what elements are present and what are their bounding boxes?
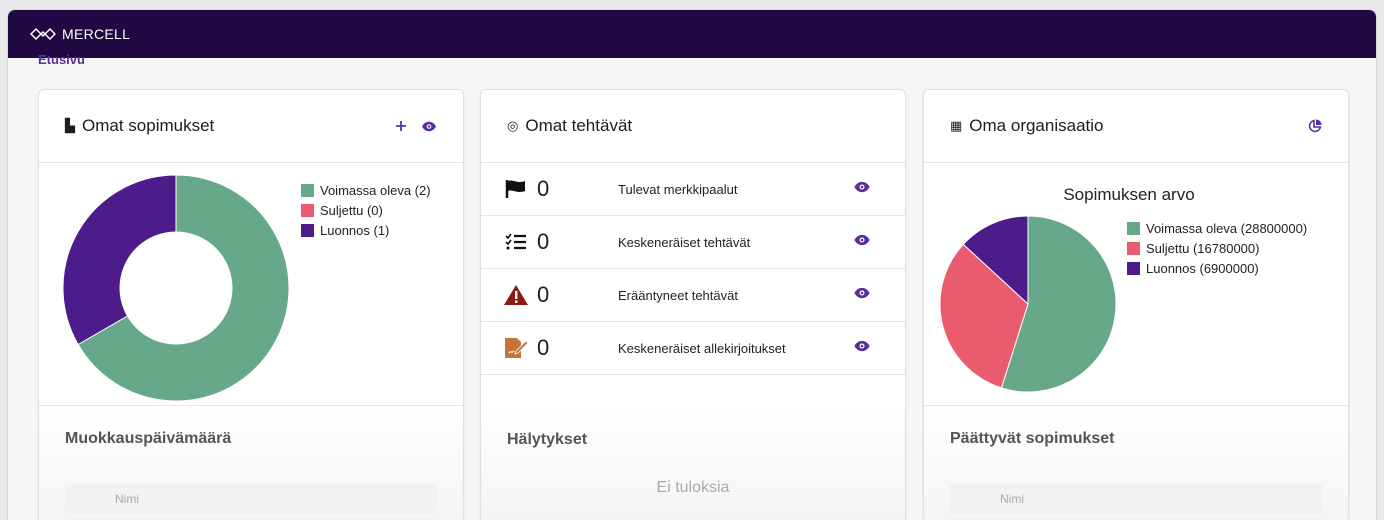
contracts-donut-chart	[62, 174, 290, 402]
eye-icon[interactable]	[853, 286, 871, 304]
warning-icon	[503, 282, 529, 308]
organization-legend: Voimassa oleva (28800000) Suljettu (1678…	[1127, 218, 1307, 278]
legend-item-active[interactable]: Voimassa oleva (2)	[301, 180, 431, 200]
legend-swatch	[301, 183, 314, 197]
card-title: Omat tehtävät	[525, 116, 633, 135]
section-title: Päättyvät sopimukset	[950, 430, 1115, 447]
legend-item-closed[interactable]: Suljettu (0)	[301, 200, 431, 220]
add-icon	[396, 121, 406, 131]
legend-item-active[interactable]: Voimassa oleva (28800000)	[1127, 218, 1307, 238]
task-label: Keskeneräiset tehtävät	[618, 234, 751, 250]
legend-label: Suljettu (16780000)	[1146, 240, 1260, 256]
contracts-chart-area: Voimassa oleva (2) Suljettu (0) Luonnos …	[39, 163, 463, 406]
alerts-section: Hälytykset Ei tuloksia	[481, 407, 905, 520]
chart-title: Sopimuksen arvo	[1063, 185, 1195, 204]
top-navigation-bar: MERCELL	[8, 10, 1376, 58]
legend-label: Voimassa oleva (28800000)	[1146, 220, 1308, 236]
legend-swatch	[1127, 261, 1140, 275]
flag-icon	[503, 176, 529, 202]
breadcrumb[interactable]: Etusivu	[38, 52, 85, 67]
empty-state-text: Ei tuloksia	[656, 479, 730, 496]
table-header-name[interactable]: Nimi	[65, 484, 437, 514]
legend-swatch	[1127, 221, 1140, 235]
card-title: Omat sopimukset	[82, 116, 215, 135]
legend-label: Luonnos (6900000)	[1146, 260, 1259, 276]
pie-chart-icon	[1308, 119, 1322, 133]
task-label: Erääntyneet tehtävät	[618, 287, 738, 303]
task-row-signatures[interactable]: 0 Keskeneräiset allekirjoitukset	[481, 322, 905, 375]
contract-value-pie-chart	[939, 215, 1117, 393]
task-row-milestones[interactable]: 0 Tulevat merkkipaalut	[481, 163, 905, 216]
card-header: ▙ Omat sopimukset	[39, 90, 463, 163]
legend-swatch	[301, 223, 314, 237]
contracts-legend: Voimassa oleva (2) Suljettu (0) Luonnos …	[301, 180, 431, 240]
task-count: 0	[537, 176, 550, 201]
task-count: 0	[537, 282, 550, 307]
my-contracts-card: ▙ Omat sopimukset Voimassa oleva (2) Sul…	[38, 89, 464, 520]
task-row-in-progress[interactable]: 0 Keskeneräiset tehtävät	[481, 216, 905, 269]
task-count: 0	[537, 335, 550, 360]
card-header: ▦ Oma organisaatio	[924, 90, 1348, 163]
my-organization-card: ▦ Oma organisaatio Sopimuksen arvo Voima…	[923, 89, 1349, 520]
add-contract-button[interactable]	[395, 120, 407, 132]
legend-swatch	[1127, 241, 1140, 255]
eye-icon[interactable]	[853, 233, 871, 251]
legend-label: Voimassa oleva (2)	[320, 182, 431, 198]
signature-icon	[503, 335, 529, 361]
legend-item-draft[interactable]: Luonnos (1)	[301, 220, 431, 240]
eye-icon[interactable]	[853, 180, 871, 198]
task-row-overdue[interactable]: 0 Erääntyneet tehtävät	[481, 269, 905, 322]
organization-chart-area: Sopimuksen arvo Voimassa oleva (28800000…	[924, 163, 1348, 406]
document-icon: ▙	[65, 118, 75, 133]
card-header: ◎ Omat tehtävät	[481, 90, 905, 163]
building-icon: ▦	[950, 118, 963, 133]
section-title: Muokkauspäivämäärä	[65, 430, 232, 447]
legend-label: Luonnos (1)	[320, 222, 390, 238]
mercell-logo[interactable]: MERCELL	[30, 26, 130, 42]
task-count: 0	[537, 229, 550, 254]
legend-swatch	[301, 203, 314, 217]
table-header-name[interactable]: Nimi	[950, 484, 1322, 514]
ending-contracts-section: Päättyvät sopimukset Nimi	[924, 406, 1348, 520]
eye-icon[interactable]	[853, 339, 871, 357]
donut-hole	[119, 231, 233, 345]
my-tasks-card: ◎ Omat tehtävät 0 Tulevat merkkipaalut 0…	[480, 89, 906, 520]
mercell-logo-icon	[30, 27, 56, 41]
card-title: Oma organisaatio	[969, 116, 1104, 135]
legend-label: Suljettu (0)	[320, 202, 383, 218]
section-title: Hälytykset	[507, 431, 588, 448]
brand-name: MERCELL	[62, 26, 131, 42]
app-window: MERCELL Etusivu ▙ Omat sopimukset Voimas…	[7, 9, 1377, 520]
checklist-icon	[503, 229, 529, 255]
task-label: Tulevat merkkipaalut	[618, 181, 738, 197]
task-label: Keskeneräiset allekirjoitukset	[618, 340, 786, 356]
modified-date-section: Muokkauspäivämäärä Nimi	[39, 406, 463, 520]
chart-view-button[interactable]	[1308, 119, 1322, 133]
legend-item-draft[interactable]: Luonnos (6900000)	[1127, 258, 1307, 278]
legend-item-closed[interactable]: Suljettu (16780000)	[1127, 238, 1307, 258]
view-contracts-button[interactable]	[421, 121, 437, 132]
target-icon: ◎	[507, 118, 519, 133]
eye-icon	[422, 121, 436, 131]
